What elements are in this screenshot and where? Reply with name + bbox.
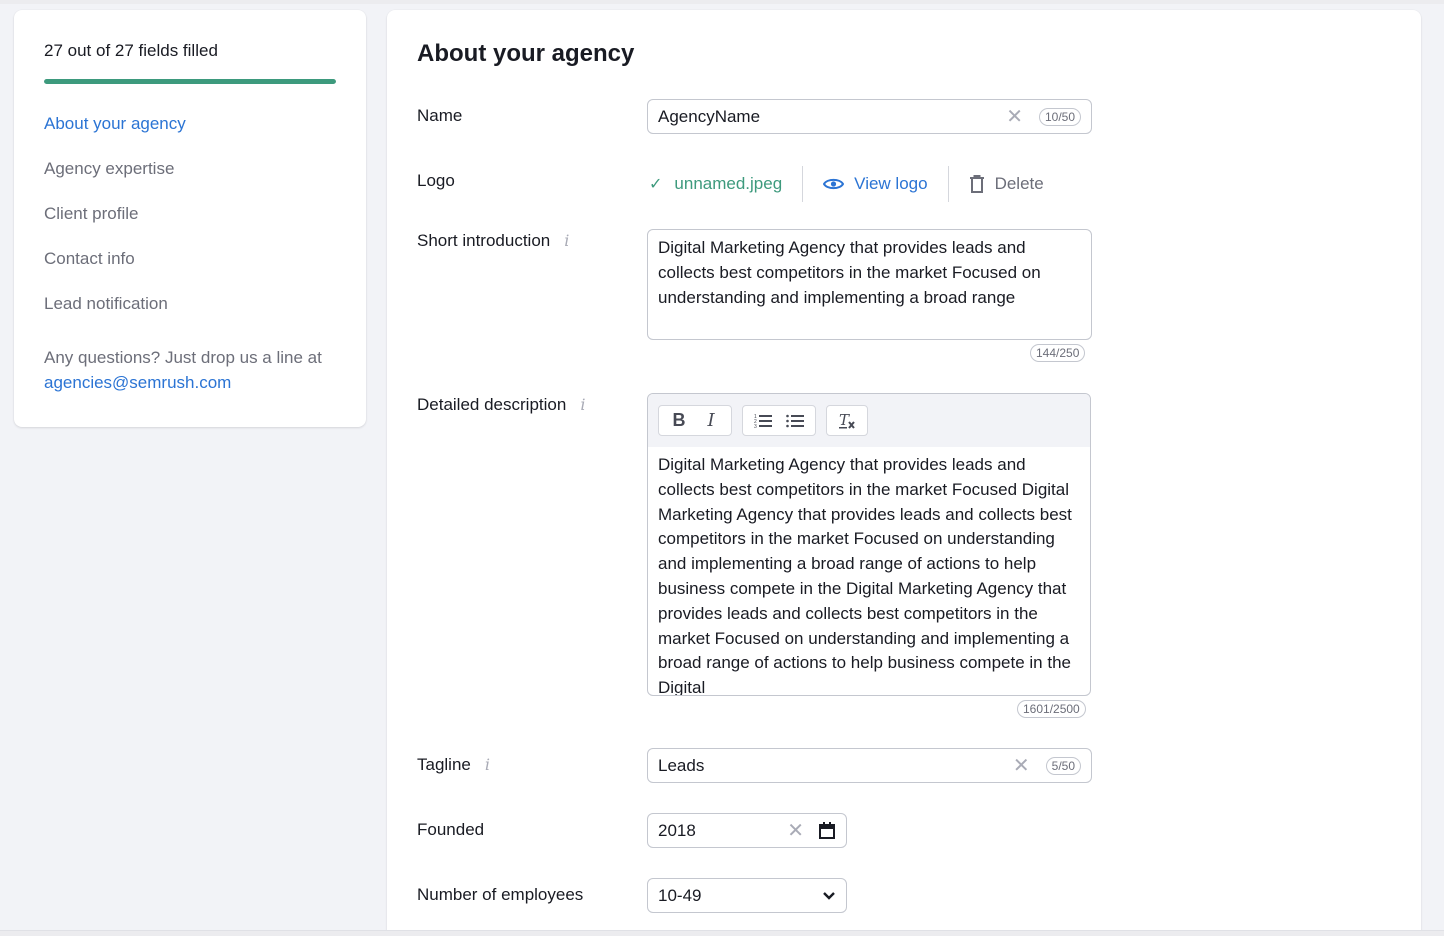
founded-value[interactable]: 2018 (658, 821, 787, 841)
short-intro-textarea[interactable]: Digital Marketing Agency that provides l… (647, 229, 1092, 340)
svg-text:T: T (839, 412, 850, 429)
help-text: Any questions? Just drop us a line at ag… (44, 345, 336, 395)
chevron-down-icon[interactable] (822, 891, 836, 900)
clear-format-group: T (826, 405, 868, 436)
delete-label: Delete (994, 174, 1044, 193)
svg-text:3: 3 (754, 424, 757, 429)
progress-text: 27 out of 27 fields filled (44, 41, 218, 60)
info-icon[interactable]: i (485, 754, 490, 776)
clear-format-icon: T (839, 412, 855, 429)
agency-form: About your agency Name AgencyName ✕ 10/5… (387, 10, 1421, 932)
detailed-description-label-text: Detailed description (417, 395, 567, 414)
tagline-label-text: Tagline (417, 755, 471, 774)
editor-toolbar: B I 123 T (648, 394, 1090, 447)
logo-actions: ✓ unnamed.jpeg View logo Delete (649, 166, 1044, 202)
list-group: 123 (742, 405, 816, 436)
short-intro-label: Short introduction i (417, 230, 569, 252)
ordered-list-button[interactable]: 123 (747, 406, 779, 435)
tagline-counter: 5/50 (1045, 756, 1081, 775)
ordered-list-icon: 123 (754, 414, 772, 429)
short-intro-counter: 144/250 (1030, 344, 1086, 362)
eye-icon (823, 177, 845, 191)
delete-logo-button[interactable]: Delete (969, 174, 1044, 194)
founded-label: Founded (417, 819, 484, 841)
logo-label: Logo (417, 170, 455, 192)
progress-bar-fill (44, 79, 336, 84)
progress-bar (44, 79, 336, 84)
clear-icon[interactable]: ✕ (1013, 756, 1030, 776)
tagline-label: Tagline i (417, 754, 490, 776)
employees-label: Number of employees (417, 884, 583, 906)
employees-value[interactable]: 10-49 (658, 886, 822, 906)
logo-file: ✓ unnamed.jpeg (649, 174, 782, 194)
trash-icon (969, 175, 985, 193)
employees-label-text: Number of employees (417, 885, 584, 904)
detailed-description-editor[interactable]: B I 123 T Digital Marketing Agency that … (647, 393, 1091, 696)
divider (802, 166, 804, 202)
view-logo-label: View logo (854, 174, 928, 193)
name-counter: 10/50 (1038, 107, 1081, 126)
support-email-link[interactable]: agencies@semrush.com (44, 373, 231, 392)
section-nav: About your agency Agency expertise Clien… (44, 113, 336, 315)
calendar-icon[interactable] (818, 821, 836, 840)
clear-format-button[interactable]: T (831, 406, 863, 435)
detailed-description-counter: 1601/2500 (1017, 700, 1086, 718)
nav-item-agency-expertise[interactable]: Agency expertise (44, 158, 336, 180)
divider (947, 166, 949, 202)
logo-file-name: unnamed.jpeg (674, 174, 783, 193)
top-border (0, 0, 1444, 4)
clear-icon[interactable]: ✕ (787, 821, 804, 841)
check-icon: ✓ (649, 176, 663, 193)
nav-item-contact-info[interactable]: Contact info (44, 248, 336, 270)
detailed-description-label: Detailed description i (417, 394, 585, 416)
nav-item-about-your-agency[interactable]: About your agency (44, 113, 336, 135)
text-style-group: B I (658, 405, 732, 436)
clear-icon[interactable]: ✕ (1006, 107, 1023, 127)
italic-button[interactable]: I (695, 406, 727, 435)
name-label-text: Name (417, 106, 463, 125)
view-logo-button[interactable]: View logo (823, 174, 928, 194)
page-title: About your agency (417, 40, 635, 67)
info-icon[interactable]: i (564, 230, 569, 252)
nav-item-client-profile[interactable]: Client profile (44, 203, 336, 225)
short-intro-label-text: Short introduction (417, 231, 551, 250)
founded-label-text: Founded (417, 820, 485, 839)
logo-label-text: Logo (417, 171, 455, 190)
founded-datepicker[interactable]: 2018 ✕ (647, 813, 847, 848)
name-input[interactable]: AgencyName ✕ 10/50 (647, 99, 1092, 134)
help-message: Any questions? Just drop us a line at (44, 348, 322, 367)
tagline-value[interactable]: Leads (658, 756, 1013, 776)
detailed-description-content[interactable]: Digital Marketing Agency that provides l… (648, 447, 1090, 695)
bottom-border (0, 930, 1444, 936)
nav-item-lead-notification[interactable]: Lead notification (44, 293, 336, 315)
bullet-list-icon (786, 414, 804, 427)
tagline-input[interactable]: Leads ✕ 5/50 (647, 748, 1092, 783)
bullet-list-button[interactable] (779, 406, 811, 435)
bold-button[interactable]: B (663, 406, 695, 435)
employees-select[interactable]: 10-49 (647, 878, 847, 913)
progress-sidebar: 27 out of 27 fields filled About your ag… (14, 10, 366, 427)
info-icon[interactable]: i (580, 394, 585, 416)
name-label: Name (417, 105, 462, 127)
name-value[interactable]: AgencyName (658, 107, 1006, 127)
